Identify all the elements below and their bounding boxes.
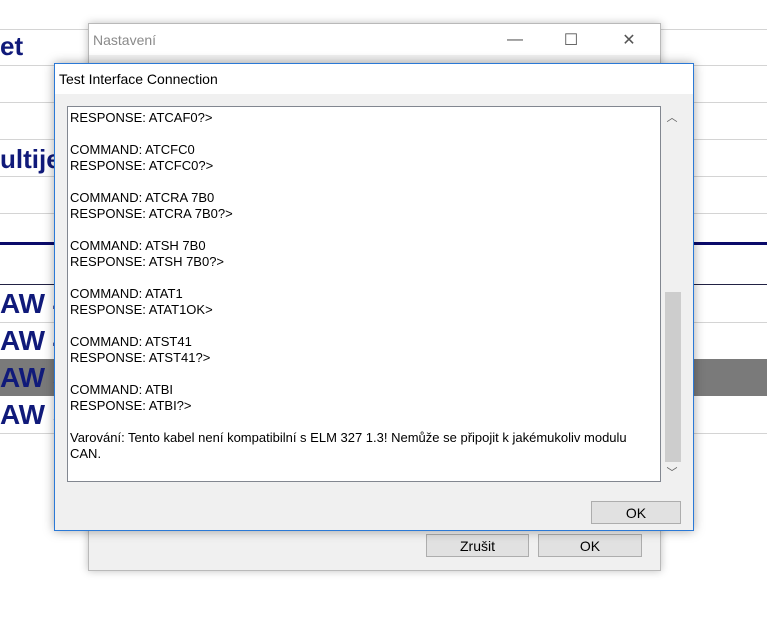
dialog-title: Test Interface Connection	[59, 71, 218, 87]
dialog-ok-button[interactable]: OK	[591, 501, 681, 524]
settings-titlebar[interactable]: Nastavení — ☐ ✕	[89, 24, 660, 55]
bg-label-fragment: ultije	[0, 144, 61, 174]
close-icon[interactable]: ✕	[606, 24, 652, 55]
settings-ok-button[interactable]: OK	[538, 534, 642, 557]
scroll-down-icon[interactable]: ﹀	[663, 463, 681, 481]
log-textbox[interactable]: RESPONSE: ATCAF0?> COMMAND: ATCFC0 RESPO…	[67, 106, 661, 482]
scroll-thumb[interactable]	[665, 292, 681, 462]
minimize-icon[interactable]: —	[492, 24, 538, 55]
cancel-button[interactable]: Zrušit	[426, 534, 529, 557]
bg-heading-fragment: et	[0, 31, 24, 61]
maximize-icon[interactable]: ☐	[548, 24, 594, 55]
dialog-titlebar[interactable]: Test Interface Connection	[55, 64, 693, 94]
settings-title: Nastavení	[93, 32, 157, 48]
test-interface-dialog: Test Interface Connection RESPONSE: ATCA…	[54, 63, 694, 531]
scroll-up-icon[interactable]: ︿	[663, 108, 681, 126]
log-text: RESPONSE: ATCAF0?> COMMAND: ATCFC0 RESPO…	[70, 110, 627, 461]
vertical-scrollbar[interactable]: ︿ ﹀	[663, 106, 681, 482]
